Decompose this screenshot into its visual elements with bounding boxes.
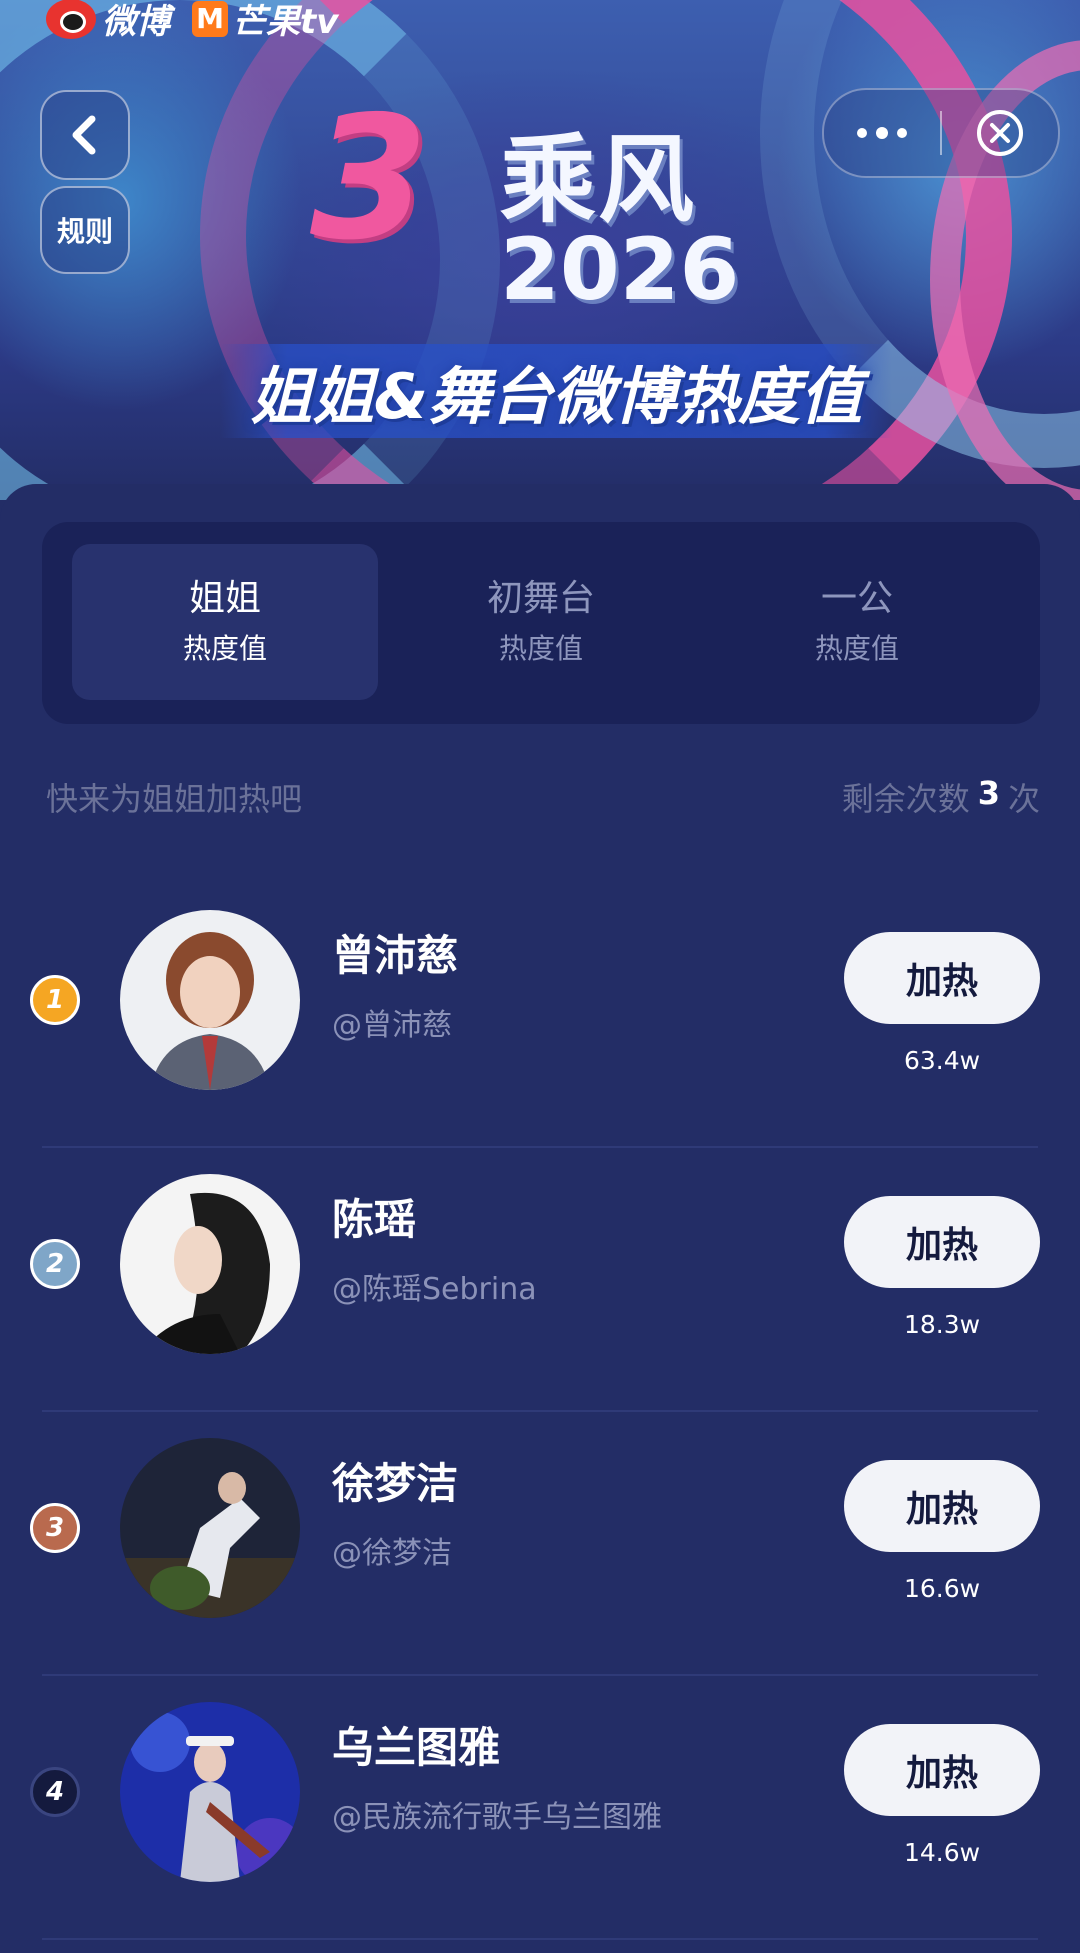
- avatar-image: [120, 1174, 300, 1354]
- tab-sisters[interactable]: 姐姐 热度值: [72, 544, 378, 700]
- tab-label: 姐姐: [188, 578, 261, 619]
- tab-first-stage[interactable]: 初舞台 热度值: [388, 544, 694, 700]
- weibo-handle[interactable]: @曾沛慈: [332, 1000, 452, 1044]
- rank-badge: 3: [30, 1503, 80, 1553]
- boost-hint: 快来为姐姐加热吧: [46, 780, 303, 818]
- weibo-eye-icon: [46, 0, 96, 39]
- rules-button[interactable]: 规则: [40, 186, 130, 274]
- avatar-image: [120, 910, 300, 1090]
- tab-label: 一公: [820, 578, 893, 619]
- event-logo-mark: 3: [310, 80, 429, 278]
- mango-icon: M: [192, 0, 228, 37]
- tab-sublabel: 热度值: [182, 632, 267, 665]
- weibo-logo-text: 微博: [102, 2, 170, 42]
- ranking-panel: 姐姐 热度值 初舞台 热度值 一公 热度值 快来为姐姐加热吧 剩余次数 3 次 …: [0, 484, 1080, 1953]
- avatar[interactable]: [120, 1702, 300, 1882]
- heat-value: 63.4w: [903, 1046, 981, 1075]
- weibo-handle[interactable]: @民族流行歌手乌兰图雅: [332, 1792, 662, 1836]
- event-subtitle: 姐姐&舞台微博热度值: [220, 344, 893, 438]
- row-divider: [42, 1938, 1038, 1940]
- rank-badge: 2: [30, 1239, 80, 1289]
- close-button[interactable]: [942, 90, 1058, 176]
- back-button[interactable]: [40, 90, 130, 180]
- boost-button[interactable]: 加热: [844, 1196, 1040, 1288]
- weibo-handle[interactable]: @陈瑶Sebrina: [332, 1264, 537, 1308]
- boost-button[interactable]: 加热: [844, 1724, 1040, 1816]
- more-button[interactable]: [824, 90, 940, 176]
- weibo-logo: 微博: [46, 0, 170, 43]
- chevron-left-icon: [72, 115, 96, 155]
- remaining-unit: 次: [1007, 780, 1040, 818]
- mango-tv-logo: M 芒果tv: [192, 0, 338, 43]
- remaining-label: 剩余次数: [841, 780, 970, 818]
- partner-logos: 微博 M 芒果tv: [46, 0, 338, 43]
- tab-label: 初舞台: [486, 578, 595, 619]
- ranking-row: 1 曾沛慈 @曾沛慈 加热 63.4w: [0, 884, 1080, 1148]
- heat-value: 14.6w: [903, 1838, 981, 1867]
- ranking-row: 2 陈瑶 @陈瑶Sebrina 加热 18.3w: [0, 1148, 1080, 1412]
- remaining-count: 剩余次数 3 次: [842, 774, 1040, 820]
- ranking-row: 4 乌兰图雅 @民族流行歌手乌兰图雅 加热 14.6w: [0, 1676, 1080, 1940]
- mango-logo-text: 芒果tv: [232, 2, 339, 42]
- close-circle-icon: [977, 110, 1023, 156]
- tab-first-performance[interactable]: 一公 热度值: [704, 544, 1010, 700]
- avatar[interactable]: [120, 1174, 300, 1354]
- tab-sublabel: 热度值: [498, 632, 583, 665]
- event-title: 3 乘风 2026: [300, 80, 900, 330]
- contestant-name: 徐梦洁: [332, 1459, 459, 1508]
- ranking-row: 3 徐梦洁 @徐梦洁 加热 16.6w: [0, 1412, 1080, 1676]
- banner: 微博 M 芒果tv 3 乘风 2026 姐姐&舞台微博热度值 规则: [0, 0, 1080, 500]
- boost-button[interactable]: 加热: [844, 1460, 1040, 1552]
- contestant-name: 陈瑶: [332, 1195, 417, 1244]
- tab-sublabel: 热度值: [814, 632, 899, 665]
- weibo-handle[interactable]: @徐梦洁: [332, 1528, 452, 1572]
- more-dots-icon: [857, 127, 907, 139]
- heat-value: 16.6w: [903, 1574, 981, 1603]
- contestant-name: 乌兰图雅: [332, 1723, 501, 1772]
- heat-value: 18.3w: [903, 1310, 981, 1339]
- rank-badge: 1: [30, 975, 80, 1025]
- avatar-image: [120, 1702, 300, 1882]
- boost-button[interactable]: 加热: [844, 932, 1040, 1024]
- category-tabs: 姐姐 热度值 初舞台 热度值 一公 热度值: [42, 522, 1040, 724]
- rank-badge: 4: [30, 1767, 80, 1817]
- event-year: 2026: [500, 220, 740, 320]
- avatar[interactable]: [120, 1438, 300, 1618]
- remaining-number: 3: [977, 774, 1000, 812]
- avatar-image: [120, 1438, 300, 1618]
- contestant-name: 曾沛慈: [332, 931, 459, 980]
- avatar[interactable]: [120, 910, 300, 1090]
- mini-program-capsule: [822, 88, 1060, 178]
